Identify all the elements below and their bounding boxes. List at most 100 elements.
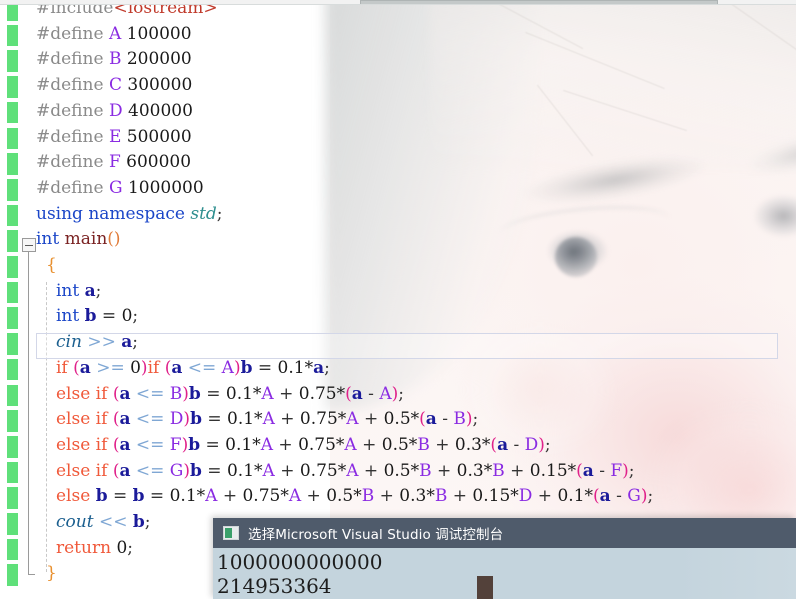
code-token: E — [109, 127, 121, 147]
code-line[interactable]: else if (a <= F)b = 0.1*A + 0.75*A + 0.5… — [56, 433, 551, 459]
code-token: #define — [36, 49, 109, 69]
change-bar-segment — [7, 282, 18, 304]
code-token: #define — [36, 24, 109, 44]
code-token: b — [188, 435, 200, 455]
code-token: else if — [56, 435, 113, 455]
code-token: 0.15* — [530, 461, 576, 481]
code-token: 0.5* — [384, 409, 420, 429]
change-bar-segment — [7, 205, 18, 227]
code-token: + — [217, 486, 242, 506]
code-token: F — [170, 435, 182, 455]
code-token: 0.1* — [278, 358, 314, 378]
code-token: 0.1* — [227, 461, 263, 481]
code-token: A — [261, 435, 273, 455]
code-line[interactable]: else b = b = 0.1*A + 0.75*A + 0.5*B + 0.… — [56, 484, 653, 510]
code-token: a — [121, 332, 132, 352]
code-token: b — [133, 486, 145, 506]
code-token: 0 — [130, 358, 141, 378]
code-token: #define — [36, 101, 109, 121]
change-bar-segment — [7, 153, 18, 175]
code-token: + — [275, 409, 300, 429]
code-token: + — [432, 461, 457, 481]
code-line[interactable]: #define D 400000 — [36, 99, 193, 125]
code-token: B — [492, 461, 505, 481]
editor-top-edge — [0, 4, 796, 5]
code-token: ; — [398, 384, 404, 404]
code-token: a — [85, 281, 96, 301]
code-token: <= — [130, 384, 169, 404]
change-bar-segment — [7, 513, 18, 535]
code-token: ; — [324, 358, 330, 378]
code-line[interactable]: if (a >= 0)if (a <= A)b = 0.1*a; — [56, 356, 330, 382]
code-token: ( — [593, 486, 600, 506]
code-token: = — [108, 486, 133, 506]
change-bar-segment — [7, 128, 18, 150]
code-line[interactable]: #define A 100000 — [36, 22, 192, 48]
code-line[interactable]: #define E 500000 — [36, 125, 192, 151]
change-bar-segment — [7, 385, 18, 407]
code-line[interactable]: #define C 300000 — [36, 73, 192, 99]
code-token: 200000 — [121, 49, 191, 69]
code-token: <= — [182, 358, 221, 378]
code-token: ; — [132, 306, 138, 326]
console-title-bar[interactable]: 选择Microsoft Visual Studio 调试控制台 — [213, 518, 796, 548]
code-token: A — [222, 358, 234, 378]
code-token: + — [359, 409, 384, 429]
code-token: 0.1* — [225, 435, 261, 455]
code-line[interactable]: cout << b; — [56, 510, 150, 536]
code-line[interactable]: cin >> a; — [56, 330, 138, 356]
debug-console-window[interactable]: 选择Microsoft Visual Studio 调试控制台 10000000… — [213, 518, 796, 599]
code-token: F — [610, 461, 622, 481]
code-line[interactable]: else if (a <= G)b = 0.1*A + 0.75*A + 0.5… — [56, 459, 635, 485]
code-token: 0 — [122, 306, 133, 326]
code-token: B — [417, 435, 430, 455]
code-token: a — [352, 384, 363, 404]
code-token: G — [109, 178, 123, 198]
code-token: B — [109, 49, 122, 69]
code-token: b — [190, 409, 202, 429]
code-token: int — [56, 281, 85, 301]
code-token: a — [119, 435, 130, 455]
code-line[interactable]: else if (a <= D)b = 0.1*A + 0.75*A + 0.5… — [56, 407, 478, 433]
code-token: 0.3* — [455, 435, 491, 455]
code-token: + — [374, 486, 399, 506]
code-token: b — [241, 358, 253, 378]
code-token: F — [109, 152, 121, 172]
code-token: #define — [36, 75, 109, 95]
code-token: return — [56, 538, 116, 558]
code-token: a — [80, 358, 91, 378]
code-token: 0.3* — [457, 461, 493, 481]
code-token: a — [119, 461, 130, 481]
code-line[interactable]: #define B 200000 — [36, 47, 192, 73]
code-line[interactable]: { — [46, 253, 57, 279]
code-line[interactable]: else if (a <= B)b = 0.1*A + 0.75*(a - A)… — [56, 382, 404, 408]
code-editor-surface[interactable]: #include<iostream>#define A 100000#defin… — [0, 0, 796, 599]
code-line[interactable]: } — [46, 561, 57, 587]
code-token: ( — [73, 358, 80, 378]
code-token: { — [46, 255, 57, 275]
code-token: A — [261, 384, 273, 404]
change-bar-segment — [7, 359, 18, 381]
code-token: cout — [56, 512, 94, 532]
code-token: ( — [576, 461, 583, 481]
change-bar-segment — [7, 462, 18, 484]
code-token: ; — [217, 204, 223, 224]
code-token: ) — [466, 409, 473, 429]
code-line[interactable]: int b = 0; — [56, 304, 138, 330]
code-token: 0.75* — [242, 486, 288, 506]
code-line[interactable]: using namespace std; — [36, 202, 223, 228]
change-bar-segment — [7, 230, 18, 252]
change-bar-segment — [7, 50, 18, 72]
code-token: #define — [36, 178, 109, 198]
code-line[interactable]: int a; — [56, 279, 101, 305]
code-token: A — [346, 409, 358, 429]
code-line[interactable]: int main() — [36, 227, 121, 253]
code-token: a — [171, 358, 182, 378]
code-line[interactable]: #define G 1000000 — [36, 176, 204, 202]
collapse-region-toggle[interactable] — [22, 238, 36, 252]
code-token: 0.1* — [170, 486, 206, 506]
code-line[interactable]: return 0; — [56, 536, 133, 562]
code-token: cin — [56, 332, 82, 352]
code-line[interactable]: #define F 600000 — [36, 150, 191, 176]
outline-end-tick — [28, 574, 35, 575]
